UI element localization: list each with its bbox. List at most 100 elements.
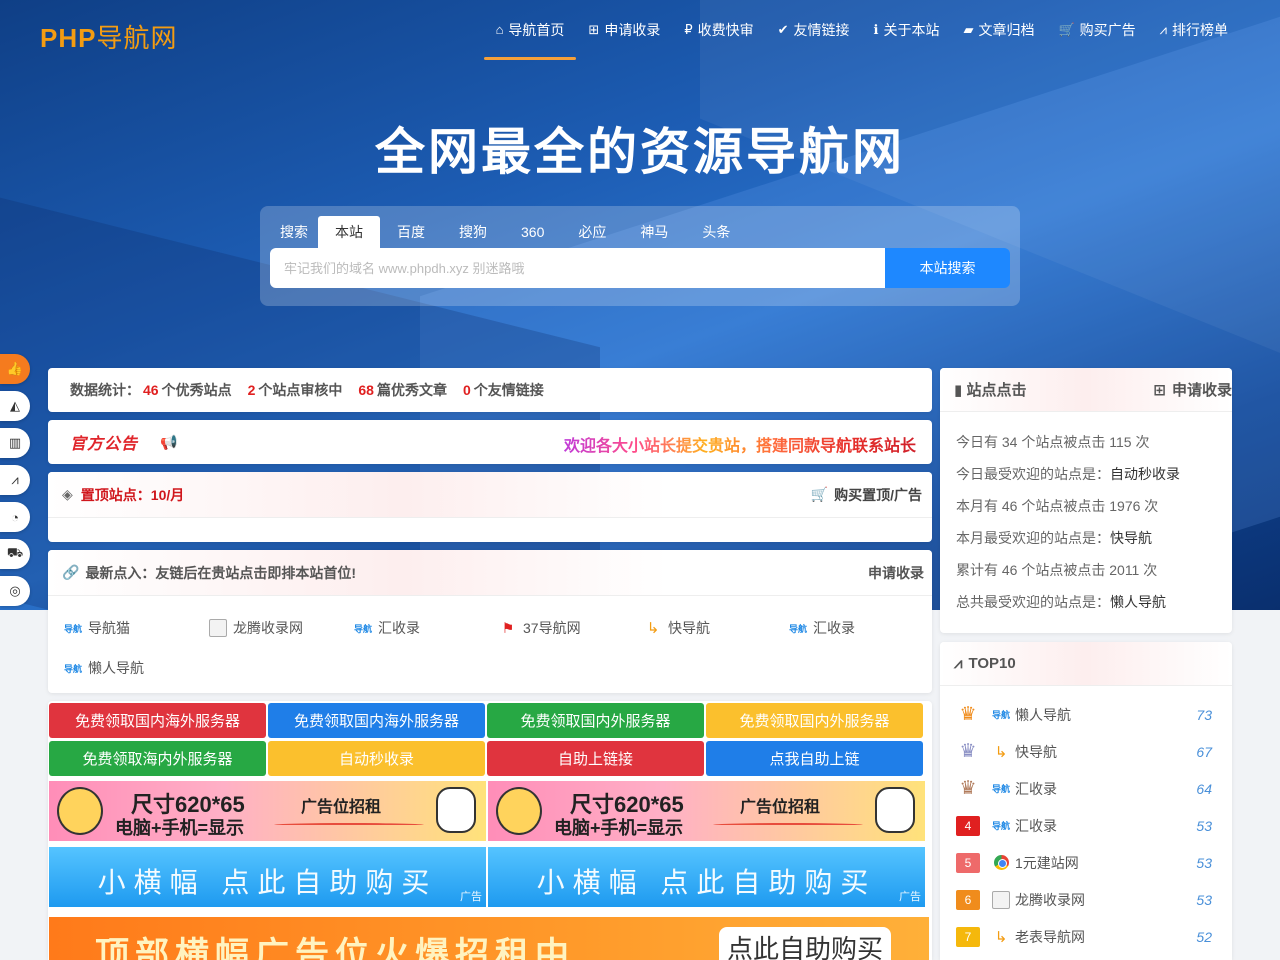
search-tab-shenma[interactable]: 神马 <box>623 216 685 248</box>
list-item[interactable]: ↳ 快导航 <box>644 608 789 648</box>
list-item[interactable]: 导航 汇收录 <box>354 608 499 648</box>
site-name: 汇收录 <box>1015 817 1057 834</box>
nav-item-archive[interactable]: ▰ 文章归档 <box>951 0 1046 60</box>
site-name: 汇收录 <box>1015 780 1057 797</box>
latest-sites-grid: 导航 导航猫 龙腾收录网 导航 汇收录 ⚑ 37导航网 ↳ 快导航 导航 汇收录 导航 懒人… <box>64 608 934 688</box>
top10-row[interactable]: 4 导航 汇收录 53 <box>956 807 1232 844</box>
list-item[interactable]: 导航 懒人导航 <box>64 648 209 688</box>
list-item[interactable]: 龙腾收录网 <box>209 608 354 648</box>
stats-links-label: 个友情链接 <box>473 382 544 398</box>
search-tab-baidu[interactable]: 百度 <box>380 216 442 248</box>
list-item[interactable]: 导航 汇收录 <box>789 608 934 648</box>
search-tab-bing[interactable]: 必应 <box>561 216 623 248</box>
nav-item-fast-review[interactable]: ₽ 收费快审 <box>672 0 765 60</box>
top10-row[interactable]: ♛ 导航 懒人导航 73 <box>956 696 1232 733</box>
ad-button[interactable]: 免费领取国内外服务器 <box>487 703 704 738</box>
pinned-title-text: 置顶站点：10/月 <box>80 486 185 503</box>
flag-logo-icon: ⚑ <box>501 619 515 636</box>
rank-badge: 6 <box>956 889 980 910</box>
pie-chart-icon[interactable]: ◔ <box>0 502 30 532</box>
top10-row[interactable]: 6 龙腾收录网 53 <box>956 881 1232 918</box>
ad-button[interactable]: 自助上链接 <box>487 741 704 776</box>
stats-sites-count: 46 <box>143 382 159 398</box>
ad-button[interactable]: 免费领取国内外服务器 <box>706 703 923 738</box>
notice-text[interactable]: 欢迎各大小站长提交贵站，搭建同款导航联系站长 <box>564 432 916 456</box>
broken-image-icon <box>209 619 227 637</box>
search-tab-360[interactable]: 360 <box>504 216 561 248</box>
banner-device-text: 电脑+手机=显示 <box>115 818 245 838</box>
ad-button[interactable]: 免费领取国内海外服务器 <box>49 703 266 738</box>
hero-title: 全网最全的资源导航网 <box>375 124 905 180</box>
stats-articles-count: 68 <box>358 382 374 398</box>
search-tab-site[interactable]: 本站 <box>318 216 380 248</box>
ad-button[interactable]: 点我自助上链 <box>706 741 923 776</box>
banner-text: 顶部横幅广告位火爆招租中…… <box>95 936 655 960</box>
apply-label: 申请收录 <box>1171 382 1232 399</box>
ad-button[interactable]: 免费领取国内海外服务器 <box>268 703 485 738</box>
stat-strong[interactable]: 自动秒收录 <box>1110 466 1180 482</box>
nav-logo-icon: 导航 <box>992 784 1011 794</box>
stat-text: 本月有 46 个站点被点击 1976 次 <box>956 498 1159 514</box>
stat-strong[interactable]: 快导航 <box>1110 530 1152 546</box>
latest-clicks-panel: 🔗 最新点入：友链后在贵站点击即排本站首位! 申请收录 导航 导航猫 龙腾收录网 … <box>48 550 932 693</box>
top10-row[interactable]: 7 ↳ 老表导航网 52 <box>956 918 1232 955</box>
list-item[interactable]: 导航 导航猫 <box>64 608 209 648</box>
crown-gold-icon: ♛ <box>959 704 977 725</box>
site-name: 汇收录 <box>378 620 420 636</box>
coin-icon[interactable]: ◎ <box>0 576 30 606</box>
stats-review-count: 2 <box>247 382 256 398</box>
top10-row[interactable]: 5 1元建站网 53 <box>956 844 1232 881</box>
search-tab-sogou[interactable]: 搜狗 <box>442 216 504 248</box>
search-input[interactable] <box>270 248 885 288</box>
nav-item-ranking[interactable]: ⩘ 排行榜单 <box>1148 0 1240 60</box>
site-clicks-lines: 今日有 34 个站点被点击 115 次 今日最受欢迎的站点是：自动秒收录 本月有… <box>940 412 1232 618</box>
blue-banner-row: 小横幅 点此自助购买 广告 小横幅 点此自助购买 广告 <box>49 847 925 907</box>
buy-pinned-link[interactable]: 🛒 购买置顶/广告 <box>811 485 922 505</box>
ad-banner-orange[interactable]: 顶部横幅广告位火爆招租中…… 点此自助购买 <box>49 917 929 960</box>
truck-icon[interactable]: ⛟ <box>0 539 30 569</box>
search-button[interactable]: 本站搜索 <box>885 248 1010 288</box>
site-clicks-apply-link[interactable]: ⊞ 申请收录 <box>1153 379 1232 400</box>
nav-item-links[interactable]: ✔ 友情链接 <box>766 0 862 60</box>
nav-item-buy-ad[interactable]: 🛒 购买广告 <box>1046 0 1147 60</box>
ad-banner-pink[interactable]: 尺寸620*65 电脑+手机=显示 广告位招租 <box>488 781 925 841</box>
ad-button[interactable]: 免费领取海内外服务器 <box>49 741 266 776</box>
folder-icon: ▰ <box>963 22 974 37</box>
nav-logo-icon: 导航 <box>789 623 808 634</box>
stat-strong[interactable]: 懒人导航 <box>1110 594 1166 610</box>
notice-bar: 官方公告 📢 欢迎各大小站长提交贵站，搭建同款导航联系站长 <box>48 420 932 464</box>
notice-badge: 官方公告 <box>70 436 139 453</box>
nav-label: 购买广告 <box>1079 22 1136 38</box>
latest-apply-link[interactable]: 申请收录 <box>868 563 924 583</box>
banner-device-text: 电脑+手机=显示 <box>554 818 684 838</box>
nav-item-apply[interactable]: ⊞ 申请收录 <box>576 0 672 60</box>
bar-chart-icon[interactable]: ▥ <box>0 428 30 458</box>
area-chart-icon[interactable]: ◭ <box>0 391 30 421</box>
pinned-header: ◈ 置顶站点：10/月 🛒 购买置顶/广告 <box>48 472 932 518</box>
list-item[interactable]: ⚑ 37导航网 <box>499 608 644 648</box>
top10-row[interactable]: ♛ ↳ 快导航 67 <box>956 733 1232 770</box>
stat-text: 今日最受欢迎的站点是： <box>956 466 1110 482</box>
crown-silver-icon: ♛ <box>959 741 977 762</box>
latest-header: 🔗 最新点入：友链后在贵站点击即排本站首位! 申请收录 <box>48 550 932 596</box>
line-chart-icon[interactable]: ⩘ <box>0 465 30 495</box>
ad-banner-blue[interactable]: 小横幅 点此自助购买 广告 <box>49 847 486 907</box>
home-icon: ⌂ <box>495 22 504 37</box>
site-logo[interactable]: PHP导航网 <box>40 18 177 55</box>
pinned-title: ◈ 置顶站点：10/月 <box>62 485 184 505</box>
nav-item-home[interactable]: ⌂ 导航首页 <box>483 0 577 60</box>
banner-buy-button[interactable]: 点此自助购买 <box>718 927 891 960</box>
ad-button[interactable]: 自动秒收录 <box>268 741 485 776</box>
top10-row[interactable]: ♛ 导航 汇收录 64 <box>956 770 1232 807</box>
rupee-icon: ₽ <box>684 22 693 37</box>
ad-banner-pink[interactable]: 尺寸620*65 电脑+手机=显示 广告位招租 <box>49 781 486 841</box>
stats-links-count: 0 <box>462 382 471 398</box>
thumbs-up-icon[interactable]: 👍 <box>0 354 30 384</box>
search-tab-label: 搜索 <box>280 224 308 240</box>
arrow-logo-icon: ↳ <box>994 743 1008 761</box>
ad-banner-blue[interactable]: 小横幅 点此自助购买 广告 <box>488 847 925 907</box>
nav-item-about[interactable]: ℹ 关于本站 <box>862 0 952 60</box>
site-name: 快导航 <box>1015 743 1057 760</box>
ad-tag: 广告 <box>899 891 921 903</box>
search-tab-toutiao[interactable]: 头条 <box>685 216 747 248</box>
